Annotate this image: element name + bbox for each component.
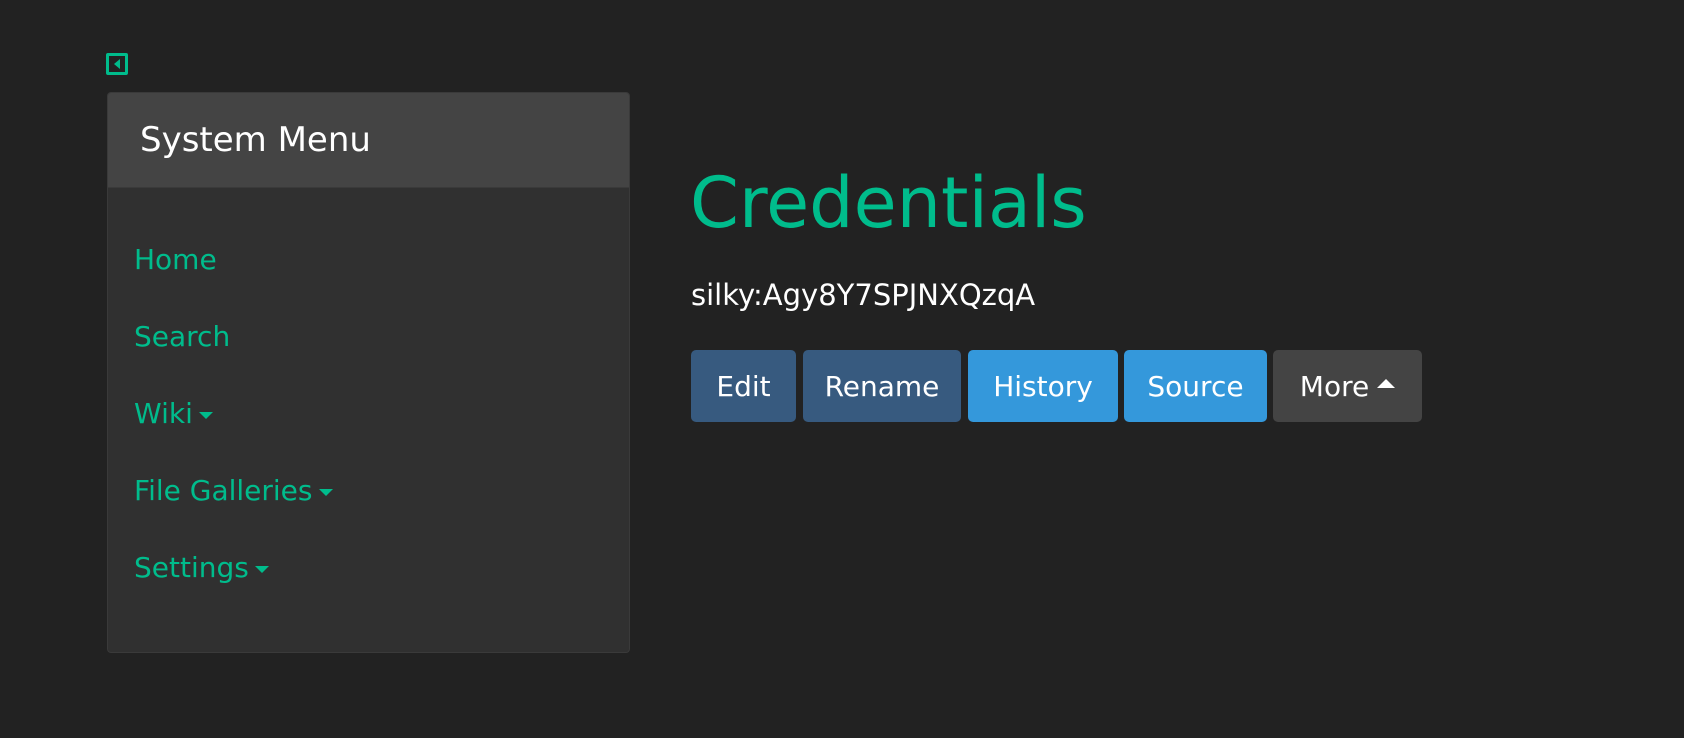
- menu-item-label: File Galleries: [134, 474, 313, 507]
- menu-item-wiki[interactable]: Wiki: [134, 397, 213, 430]
- caret-down-icon: [198, 412, 213, 419]
- page-subtitle: silky:Agy8Y7SPJNXQzqA: [691, 278, 1036, 312]
- source-button-label: Source: [1147, 369, 1244, 403]
- source-button[interactable]: Source: [1124, 350, 1267, 422]
- panel-title: System Menu: [140, 120, 371, 160]
- more-button[interactable]: More: [1273, 350, 1422, 422]
- menu-item-label: Search: [134, 320, 231, 353]
- history-button[interactable]: History: [968, 350, 1118, 422]
- rename-button[interactable]: Rename: [803, 350, 961, 422]
- menu-item-label: Home: [134, 243, 217, 276]
- menu-item-file-galleries[interactable]: File Galleries: [134, 474, 333, 507]
- system-menu-panel: System Menu Home Search Wiki File Galler…: [107, 92, 630, 653]
- caret-down-icon: [318, 489, 333, 496]
- panel-heading: System Menu: [108, 93, 629, 188]
- more-button-label: More: [1299, 369, 1370, 403]
- menu-item-label: Wiki: [134, 397, 193, 430]
- edit-button-label: Edit: [716, 369, 771, 403]
- history-button-label: History: [993, 369, 1093, 403]
- caret-up-icon: [1377, 378, 1396, 388]
- menu-item-home[interactable]: Home: [134, 243, 217, 276]
- menu-item-search[interactable]: Search: [134, 320, 230, 353]
- caret-down-icon: [254, 566, 269, 573]
- edit-button[interactable]: Edit: [691, 350, 796, 422]
- menu-item-settings[interactable]: Settings: [134, 551, 269, 584]
- page-title: Credentials: [690, 162, 1087, 244]
- sidebar-toggle-icon[interactable]: [106, 53, 128, 75]
- rename-button-label: Rename: [824, 369, 940, 403]
- menu-item-label: Settings: [134, 551, 249, 584]
- caret-left-icon: [113, 59, 120, 69]
